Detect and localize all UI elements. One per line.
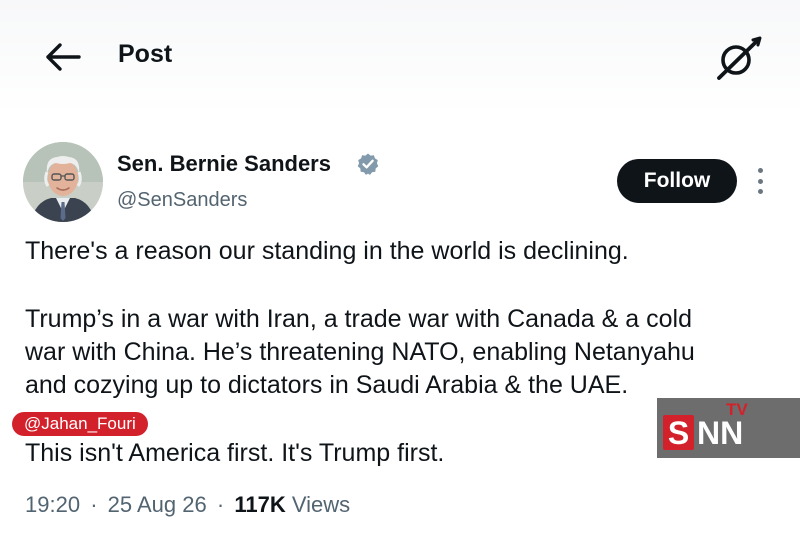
grok-icon bbox=[717, 36, 762, 80]
tweet-text-line: There's a reason our standing in the wor… bbox=[25, 237, 629, 265]
more-vertical-icon[interactable] bbox=[748, 166, 772, 196]
post-page: Post Sen. Bernie Sanders @SenSanders Fol… bbox=[0, 0, 800, 541]
tweet-text-line: This isn't America first. It's Trump fir… bbox=[25, 439, 445, 467]
avatar-image bbox=[23, 142, 103, 222]
grok-button[interactable] bbox=[712, 34, 764, 82]
logo-letters-nn: NN bbox=[697, 415, 743, 451]
follow-button[interactable]: Follow bbox=[617, 159, 737, 203]
author-handle[interactable]: @SenSanders bbox=[117, 189, 247, 212]
tweet-time: 19:20 bbox=[25, 492, 81, 517]
views-label[interactable]: Views bbox=[292, 492, 350, 517]
meta-separator: · bbox=[216, 492, 225, 517]
verified-badge-icon bbox=[357, 153, 379, 175]
snn-logo-mark: S NN TV bbox=[663, 400, 748, 451]
logo-letters-s: S bbox=[668, 415, 689, 451]
arrow-left-icon bbox=[46, 43, 81, 71]
watermark-label: @Jahan_Fouri bbox=[12, 412, 148, 436]
tweet-text-line: and cozying up to dictators in Saudi Ara… bbox=[25, 371, 629, 399]
logo-tv: TV bbox=[726, 400, 748, 419]
snn-tv-logo: S NN TV bbox=[657, 398, 800, 458]
tweet-text-line: war with China. He’s threatening NATO, e… bbox=[25, 338, 695, 366]
back-button[interactable] bbox=[40, 36, 86, 78]
page-title: Post bbox=[118, 40, 173, 68]
author-name[interactable]: Sen. Bernie Sanders bbox=[117, 151, 331, 177]
tweet-date: 25 Aug 26 bbox=[107, 492, 207, 517]
tweet-text-line: Trump’s in a war with Iran, a trade war … bbox=[25, 305, 692, 333]
top-bar: Post bbox=[0, 0, 800, 115]
avatar[interactable] bbox=[23, 142, 103, 222]
more-dot bbox=[757, 168, 763, 173]
more-dot bbox=[757, 178, 763, 184]
more-dot bbox=[757, 189, 763, 194]
views-count[interactable]: 117K bbox=[234, 492, 285, 517]
tweet-meta: 19:20 · 25 Aug 26 · 117K Views bbox=[25, 492, 350, 518]
meta-separator: · bbox=[90, 492, 98, 517]
